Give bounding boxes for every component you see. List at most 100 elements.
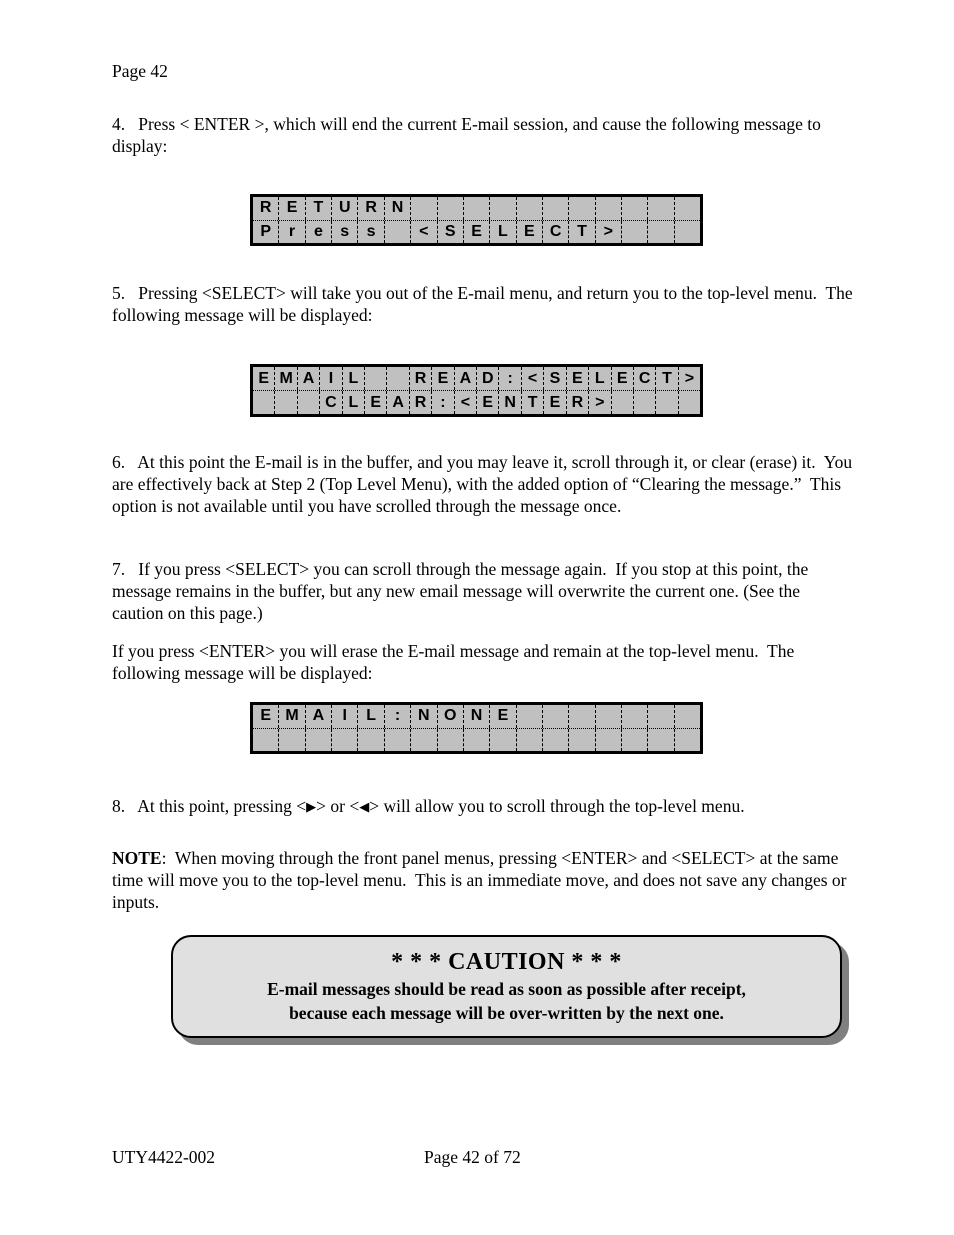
lcd-cell: A <box>306 705 333 728</box>
lcd-cell: L <box>589 367 612 390</box>
lcd-cell <box>517 728 543 751</box>
lcd-cell <box>679 391 700 414</box>
lcd-cell <box>648 197 675 220</box>
lcd-cell: R <box>410 367 433 390</box>
lcd-cell: L <box>343 391 366 414</box>
lcd-cell: < <box>522 367 545 390</box>
left-arrow-icon: ◀ <box>359 800 370 815</box>
lcd-cell <box>411 728 438 751</box>
lcd-cell: > <box>596 220 623 243</box>
lcd-cell <box>634 391 657 414</box>
lcd-cell: E <box>567 367 590 390</box>
lcd-cell: C <box>634 367 657 390</box>
lcd-cell: e <box>306 220 333 243</box>
lcd-cell: s <box>358 220 385 243</box>
lcd-cell <box>365 367 388 390</box>
lcd-cell: E <box>490 705 517 728</box>
lcd-cell: N <box>499 391 522 414</box>
lcd-cell <box>675 221 700 244</box>
lcd-cell: S <box>438 220 464 243</box>
step8-prefix-text: 8. At this point, pressing < <box>112 796 307 816</box>
paragraph-step-6: 6. At this point the E-mail is in the bu… <box>112 452 857 517</box>
lcd-cell <box>385 220 412 243</box>
lcd-cell <box>543 728 570 751</box>
lcd-cell <box>675 729 700 752</box>
lcd-cell <box>464 728 491 751</box>
paragraph-step-4: 4. Press < ENTER >, which will end the c… <box>112 114 826 157</box>
caution-line-1: E-mail messages should be read as soon a… <box>267 979 746 999</box>
lcd-cell: M <box>279 705 306 728</box>
lcd-cell: S <box>544 367 567 390</box>
document-page: Page 42 4. Press < ENTER >, which will e… <box>0 0 954 1235</box>
lcd-cell <box>543 197 570 220</box>
lcd-cell: T <box>569 220 596 243</box>
lcd-cell <box>596 705 623 728</box>
lcd-cell: < <box>411 220 438 243</box>
lcd-cell: T <box>522 391 545 414</box>
lcd-cell: E <box>464 220 491 243</box>
paragraph-step-5: 5. Pressing <SELECT> will take you out o… <box>112 283 858 326</box>
lcd-cell: A <box>387 391 410 414</box>
lcd-cell <box>490 728 517 751</box>
note-label: NOTE <box>112 848 162 868</box>
lcd-cell <box>387 367 410 390</box>
lcd-cell: r <box>279 220 306 243</box>
lcd-cell: T <box>306 197 333 220</box>
lcd-cell <box>332 728 359 751</box>
lcd-cell <box>596 728 623 751</box>
lcd-cell <box>622 220 649 243</box>
lcd-cell <box>253 728 280 751</box>
lcd-cell: N <box>385 197 412 220</box>
paragraph-note: NOTE: When moving through the front pane… <box>112 847 854 914</box>
lcd-row: Pr e s s < S E L E C T > <box>253 220 700 244</box>
lcd-cell <box>622 197 649 220</box>
lcd-cell: N <box>411 705 438 728</box>
lcd-display-email-none: EMAIL:NONE <box>250 702 703 754</box>
lcd-cell: L <box>358 705 385 728</box>
lcd-cell <box>358 728 385 751</box>
lcd-cell <box>569 197 596 220</box>
lcd-cell: I <box>332 705 359 728</box>
lcd-cell: P <box>253 220 280 243</box>
lcd-cell <box>569 705 596 728</box>
lcd-cell <box>675 197 700 220</box>
lcd-cell: A <box>298 367 321 390</box>
paragraph-step-8: 8. At this point, pressing <▶> or <◀> wi… <box>112 795 854 817</box>
lcd-cell <box>517 197 543 220</box>
lcd-cell: : <box>499 367 522 390</box>
lcd-cell: R <box>253 197 280 220</box>
lcd-cell: C <box>320 391 343 414</box>
lcd-cell: R <box>567 391 590 414</box>
paragraph-step-7: 7. If you press <SELECT> you can scroll … <box>112 559 813 624</box>
caution-line-2: because each message will be over-writte… <box>289 1003 724 1023</box>
lcd-cell: > <box>589 391 612 414</box>
lcd-cell: E <box>517 220 543 243</box>
lcd-cell: C <box>543 220 570 243</box>
lcd-cell <box>622 705 649 728</box>
lcd-cell <box>438 197 464 220</box>
lcd-cell: E <box>279 197 306 220</box>
right-arrow-icon: ▶ <box>306 800 317 815</box>
lcd-cell <box>656 391 679 414</box>
lcd-cell <box>438 728 464 751</box>
note-body: : When moving through the front panel me… <box>112 848 851 913</box>
lcd-cell <box>411 197 438 220</box>
lcd-display-return-press-select: R E T U R N Pr e s s < S E L E C T > <box>250 194 703 246</box>
caution-callout: * * * CAUTION * * * E-mail messages shou… <box>171 935 850 1046</box>
lcd-row: E M A I L R E A D: < S E L E C T > <box>253 367 700 391</box>
lcd-cell <box>543 705 570 728</box>
lcd-cell: E <box>365 391 388 414</box>
lcd-cell <box>648 728 675 751</box>
lcd-cell <box>275 391 298 414</box>
lcd-cell: U <box>332 197 359 220</box>
page-label: Page 42 <box>112 61 168 81</box>
lcd-cell <box>622 728 649 751</box>
lcd-cell <box>306 728 333 751</box>
lcd-cell: L <box>343 367 366 390</box>
step8-middle-text: > or < <box>316 796 360 816</box>
lcd-cell <box>612 391 634 414</box>
footer-document-number: UTY4422-002 <box>112 1147 216 1167</box>
lcd-cell: M <box>275 367 298 390</box>
footer-page-number: Page 42 of 72 <box>424 1147 521 1167</box>
lcd-cell <box>253 391 276 414</box>
